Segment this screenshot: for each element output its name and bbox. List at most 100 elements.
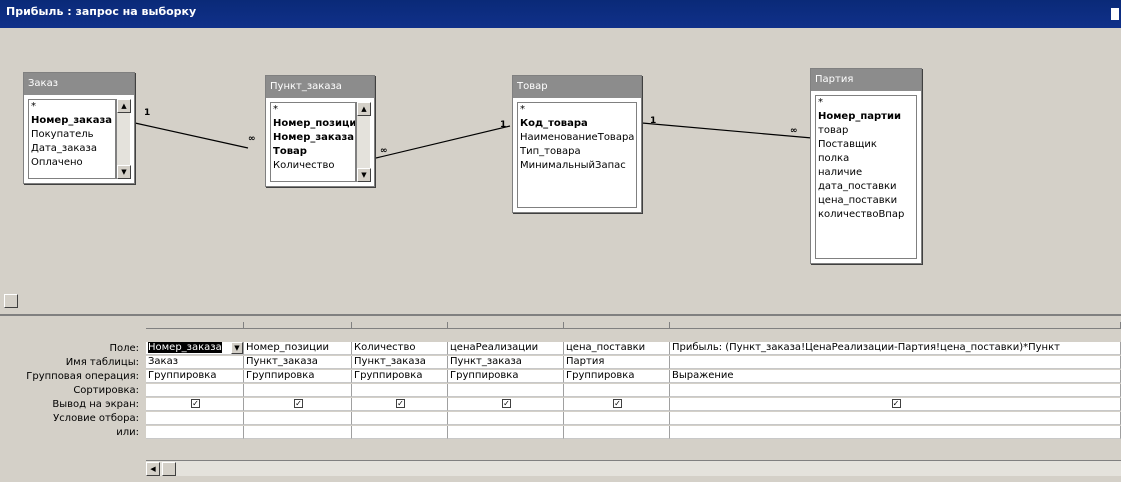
field-list-scrollbar[interactable]: ▲ ▼: [356, 102, 371, 182]
table-cell[interactable]: Заказ: [146, 356, 244, 369]
table-field[interactable]: *: [271, 103, 355, 117]
table-field[interactable]: Поставщик: [816, 138, 916, 152]
table-cell[interactable]: [670, 356, 1121, 369]
table-field[interactable]: Код_товара: [518, 117, 636, 131]
table-card-title[interactable]: Заказ: [24, 73, 134, 95]
table-field[interactable]: Покупатель: [29, 128, 115, 142]
table-field[interactable]: *: [29, 100, 115, 114]
group-cell[interactable]: Группировка: [352, 370, 448, 383]
table-design-area[interactable]: 1 ∞ ∞ 1 1 ∞ Заказ * Номер_заказа Покупат…: [0, 28, 1121, 290]
table-card-punkt-zakaza[interactable]: Пункт_заказа * Номер_позиции Номер_заказ…: [265, 75, 375, 187]
field-cell[interactable]: Прибыль: (Пункт_заказа!ЦенаРеализации-Па…: [670, 342, 1121, 355]
column-selector[interactable]: [244, 322, 352, 329]
table-field[interactable]: Количество: [271, 159, 355, 173]
field-cell[interactable]: цена_поставки: [564, 342, 670, 355]
show-cell[interactable]: ✓: [448, 398, 564, 411]
field-cell[interactable]: Номер_позиции: [244, 342, 352, 355]
table-field-list[interactable]: * Номер_заказа Покупатель Дата_заказа Оп…: [28, 99, 116, 179]
table-field[interactable]: наличие: [816, 166, 916, 180]
table-field[interactable]: количествоВпар: [816, 208, 916, 222]
table-card-title[interactable]: Пункт_заказа: [266, 76, 374, 98]
grid-horizontal-scrollbar[interactable]: ◀: [146, 460, 1121, 476]
show-checkbox[interactable]: ✓: [891, 399, 901, 408]
table-field[interactable]: *: [518, 103, 636, 117]
pane-splitter[interactable]: [0, 290, 1121, 320]
show-checkbox[interactable]: ✓: [502, 399, 511, 408]
table-field[interactable]: Оплачено: [29, 156, 115, 170]
table-field[interactable]: *: [816, 96, 916, 110]
table-cell[interactable]: Пункт_заказа: [448, 356, 564, 369]
show-cell[interactable]: ✓: [564, 398, 670, 411]
or-cell[interactable]: [244, 426, 352, 439]
table-card-partiya[interactable]: Партия * Номер_партии товар Поставщик по…: [810, 68, 922, 264]
column-selector[interactable]: [448, 322, 564, 329]
table-field[interactable]: товар: [816, 124, 916, 138]
table-cell[interactable]: Пункт_заказа: [352, 356, 448, 369]
scroll-corner-button[interactable]: [4, 294, 18, 308]
table-field[interactable]: МинимальныйЗапас: [518, 159, 636, 173]
query-design-grid[interactable]: Поле: Имя таблицы: Групповая операция: С…: [0, 322, 1121, 482]
table-field[interactable]: Тип_товара: [518, 145, 636, 159]
scroll-left-icon[interactable]: ◀: [146, 462, 160, 476]
sort-cell[interactable]: [352, 384, 448, 397]
scroll-down-icon[interactable]: ▼: [357, 168, 371, 182]
group-cell[interactable]: Группировка: [244, 370, 352, 383]
or-cell[interactable]: [352, 426, 448, 439]
column-selector[interactable]: [146, 322, 244, 329]
show-checkbox[interactable]: ✓: [613, 399, 622, 408]
show-cell[interactable]: ✓: [670, 398, 1121, 411]
table-field[interactable]: Номер_заказа: [271, 131, 355, 145]
or-cell[interactable]: [564, 426, 670, 439]
field-cell[interactable]: ценаРеализации: [448, 342, 564, 355]
table-field[interactable]: Номер_заказа: [29, 114, 115, 128]
sort-cell[interactable]: [670, 384, 1121, 397]
show-checkbox[interactable]: ✓: [396, 399, 405, 408]
field-cell[interactable]: Количество: [352, 342, 448, 355]
table-card-zakaz[interactable]: Заказ * Номер_заказа Покупатель Дата_зак…: [23, 72, 135, 184]
group-cell[interactable]: Группировка: [146, 370, 244, 383]
sort-cell[interactable]: [244, 384, 352, 397]
criteria-cell[interactable]: [670, 412, 1121, 425]
table-field-list[interactable]: * Код_товара НаименованиеТовара Тип_това…: [517, 102, 637, 208]
window-control-icon[interactable]: [1111, 8, 1119, 20]
scroll-up-icon[interactable]: ▲: [357, 102, 371, 116]
or-cell[interactable]: [448, 426, 564, 439]
table-field-list[interactable]: * Номер_партии товар Поставщик полка нал…: [815, 95, 917, 259]
criteria-cell[interactable]: [564, 412, 670, 425]
sort-cell[interactable]: [564, 384, 670, 397]
field-list-scrollbar[interactable]: ▲ ▼: [116, 99, 131, 179]
table-field[interactable]: дата_поставки: [816, 180, 916, 194]
or-cell[interactable]: [670, 426, 1121, 439]
table-cell[interactable]: Партия: [564, 356, 670, 369]
criteria-cell[interactable]: [352, 412, 448, 425]
show-checkbox[interactable]: ✓: [191, 399, 200, 408]
criteria-cell[interactable]: [448, 412, 564, 425]
show-cell[interactable]: ✓: [352, 398, 448, 411]
criteria-cell[interactable]: [146, 412, 244, 425]
column-selector[interactable]: [352, 322, 448, 329]
sort-cell[interactable]: [448, 384, 564, 397]
group-cell[interactable]: Группировка: [448, 370, 564, 383]
show-checkbox[interactable]: ✓: [294, 399, 303, 408]
scroll-up-icon[interactable]: ▲: [117, 99, 131, 113]
table-field[interactable]: полка: [816, 152, 916, 166]
scroll-thumb[interactable]: [162, 462, 176, 476]
or-cell[interactable]: [146, 426, 244, 439]
table-field[interactable]: Номер_позиции: [271, 117, 355, 131]
group-cell[interactable]: Группировка: [564, 370, 670, 383]
show-cell[interactable]: ✓: [244, 398, 352, 411]
group-cell[interactable]: Выражение: [670, 370, 1121, 383]
table-cell[interactable]: Пункт_заказа: [244, 356, 352, 369]
sort-cell[interactable]: [146, 384, 244, 397]
column-selector[interactable]: [670, 322, 1121, 329]
table-card-title[interactable]: Товар: [513, 76, 641, 98]
criteria-cell[interactable]: [244, 412, 352, 425]
scroll-down-icon[interactable]: ▼: [117, 165, 131, 179]
table-field-list[interactable]: * Номер_позиции Номер_заказа Товар Колич…: [270, 102, 356, 182]
table-field[interactable]: Товар: [271, 145, 355, 159]
table-field[interactable]: НаименованиеТовара: [518, 131, 636, 145]
table-card-title[interactable]: Партия: [811, 69, 921, 91]
show-cell[interactable]: ✓: [146, 398, 244, 411]
column-selector[interactable]: [564, 322, 670, 329]
table-field[interactable]: цена_поставки: [816, 194, 916, 208]
